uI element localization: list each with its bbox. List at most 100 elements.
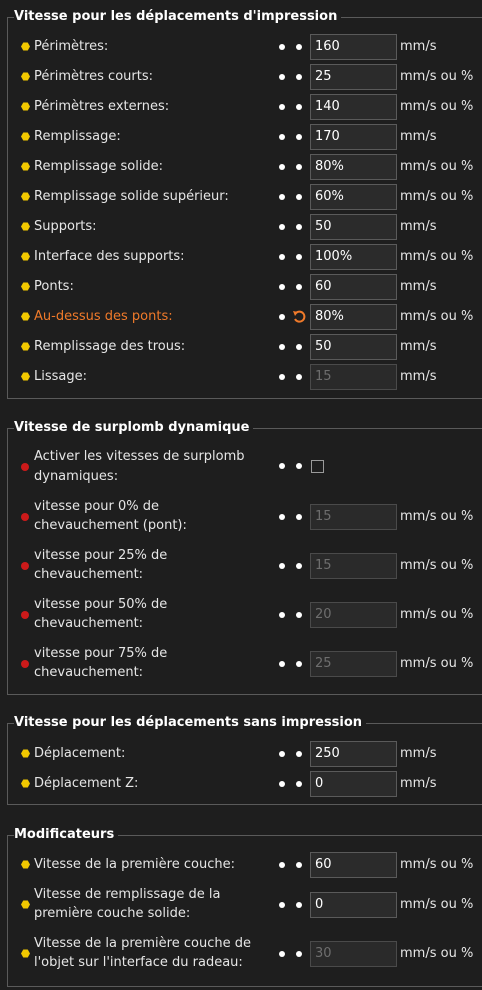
solid-infill-input[interactable]: 80% <box>310 154 397 180</box>
undo-icon[interactable] <box>296 751 302 757</box>
undo-icon[interactable] <box>296 902 302 908</box>
label-overhang-75-line1: vitesse pour 75% de <box>34 646 168 661</box>
lock-icon[interactable] <box>279 134 285 140</box>
undo-icon[interactable] <box>296 344 302 350</box>
lock-icon[interactable] <box>279 284 285 290</box>
expert-mode-icon <box>21 513 29 521</box>
short-perimeters-input[interactable]: 25 <box>310 64 397 90</box>
lock-icon[interactable] <box>279 314 285 320</box>
undo-icon[interactable] <box>296 134 302 140</box>
undo-icon[interactable] <box>296 463 302 469</box>
label-travel-z: Déplacement Z: <box>34 776 139 791</box>
unit-ironing: mm/s <box>400 369 437 384</box>
label-first-layer-solid-line2: première couche solide: <box>34 906 191 921</box>
ironing-input[interactable]: 15 <box>310 364 397 390</box>
undo-icon[interactable] <box>296 862 302 868</box>
label-first-layer-raft-line2: l'objet sur l'interface du radeau: <box>34 955 243 970</box>
label-overhang-25-line2: chevauchement: <box>34 567 144 582</box>
unit-first-layer-speed: mm/s ou % <box>400 857 474 872</box>
unit-overhang-50: mm/s ou % <box>400 607 474 622</box>
lock-icon[interactable] <box>279 164 285 170</box>
unit-travel: mm/s <box>400 746 437 761</box>
lock-icon[interactable] <box>279 374 285 380</box>
unit-bridges: mm/s <box>400 279 437 294</box>
lock-icon[interactable] <box>279 514 285 520</box>
undo-icon[interactable] <box>296 661 302 667</box>
undo-icon[interactable] <box>296 951 302 957</box>
perimeters-input[interactable]: 160 <box>310 34 397 60</box>
undo-icon[interactable] <box>296 254 302 260</box>
lock-icon[interactable] <box>279 862 285 868</box>
overhang-0-input[interactable]: 15 <box>310 504 397 530</box>
lock-icon[interactable] <box>279 194 285 200</box>
lock-icon[interactable] <box>279 781 285 787</box>
overhang-50-input[interactable]: 20 <box>310 602 397 628</box>
unit-support-interface: mm/s ou % <box>400 249 474 264</box>
lock-icon[interactable] <box>279 74 285 80</box>
travel-input[interactable]: 250 <box>310 741 397 767</box>
undo-icon[interactable] <box>296 74 302 80</box>
undo-icon[interactable] <box>296 374 302 380</box>
expert-mode-icon <box>21 611 29 619</box>
label-external-perimeters: Périmètres externes: <box>34 99 170 114</box>
label-support-interface: Interface des supports: <box>34 249 185 264</box>
section-title-travel-moves: Vitesse pour les déplacements sans impre… <box>14 714 367 732</box>
unit-top-solid-infill: mm/s ou % <box>400 189 474 204</box>
lock-icon[interactable] <box>279 612 285 618</box>
support-interface-input[interactable]: 100% <box>310 244 397 270</box>
undo-icon[interactable] <box>296 612 302 618</box>
travel-z-input[interactable]: 0 <box>310 771 397 797</box>
undo-icon[interactable] <box>296 104 302 110</box>
lock-icon[interactable] <box>279 254 285 260</box>
gap-fill-input[interactable]: 50 <box>310 334 397 360</box>
label-gap-fill: Remplissage des trous: <box>34 339 186 354</box>
label-overhang-75-line2: chevauchement: <box>34 665 144 680</box>
label-overhang-50-line1: vitesse pour 50% de <box>34 597 168 612</box>
overhang-25-input[interactable]: 15 <box>310 553 397 579</box>
first-layer-solid-infill-input[interactable]: 0 <box>310 892 397 918</box>
bridges-input[interactable]: 60 <box>310 274 397 300</box>
external-perimeters-input[interactable]: 140 <box>310 94 397 120</box>
lock-icon[interactable] <box>279 661 285 667</box>
section-title-modifiers: Modificateurs <box>14 826 119 844</box>
overhang-75-input[interactable]: 25 <box>310 651 397 677</box>
lock-icon[interactable] <box>279 104 285 110</box>
unit-supports: mm/s <box>400 219 437 234</box>
undo-icon[interactable] <box>296 563 302 569</box>
undo-arrow-icon[interactable] <box>292 310 306 324</box>
undo-icon[interactable] <box>296 44 302 50</box>
undo-icon[interactable] <box>296 194 302 200</box>
lock-icon[interactable] <box>279 463 285 469</box>
unit-infill: mm/s <box>400 129 437 144</box>
undo-icon[interactable] <box>296 164 302 170</box>
section-title-dynamic-overhang: Vitesse de surplomb dynamique <box>14 419 254 437</box>
first-layer-raft-input[interactable]: 30 <box>310 941 397 967</box>
infill-input[interactable]: 170 <box>310 124 397 150</box>
undo-icon[interactable] <box>296 224 302 230</box>
label-supports: Supports: <box>34 219 97 234</box>
label-first-layer-solid-line1: Vitesse de remplissage de la <box>34 887 221 902</box>
lock-icon[interactable] <box>279 344 285 350</box>
undo-icon[interactable] <box>296 781 302 787</box>
lock-icon[interactable] <box>279 902 285 908</box>
unit-overhang-25: mm/s ou % <box>400 558 474 573</box>
expert-mode-icon <box>21 463 29 471</box>
label-overhang-50-line2: chevauchement: <box>34 616 144 631</box>
top-solid-infill-input[interactable]: 60% <box>310 184 397 210</box>
enable-dynamic-overhang-checkbox[interactable] <box>311 460 324 473</box>
label-travel: Déplacement: <box>34 746 126 761</box>
first-layer-speed-input[interactable]: 60 <box>310 852 397 878</box>
lock-icon[interactable] <box>279 751 285 757</box>
lock-icon[interactable] <box>279 951 285 957</box>
lock-icon[interactable] <box>279 44 285 50</box>
supports-input[interactable]: 50 <box>310 214 397 240</box>
undo-icon[interactable] <box>296 284 302 290</box>
undo-icon[interactable] <box>296 514 302 520</box>
unit-travel-z: mm/s <box>400 776 437 791</box>
lock-icon[interactable] <box>279 224 285 230</box>
lock-icon[interactable] <box>279 563 285 569</box>
unit-external-perimeters: mm/s ou % <box>400 99 474 114</box>
expert-mode-icon <box>21 660 29 668</box>
over-bridges-input[interactable]: 80% <box>310 304 397 330</box>
unit-overhang-75: mm/s ou % <box>400 656 474 671</box>
